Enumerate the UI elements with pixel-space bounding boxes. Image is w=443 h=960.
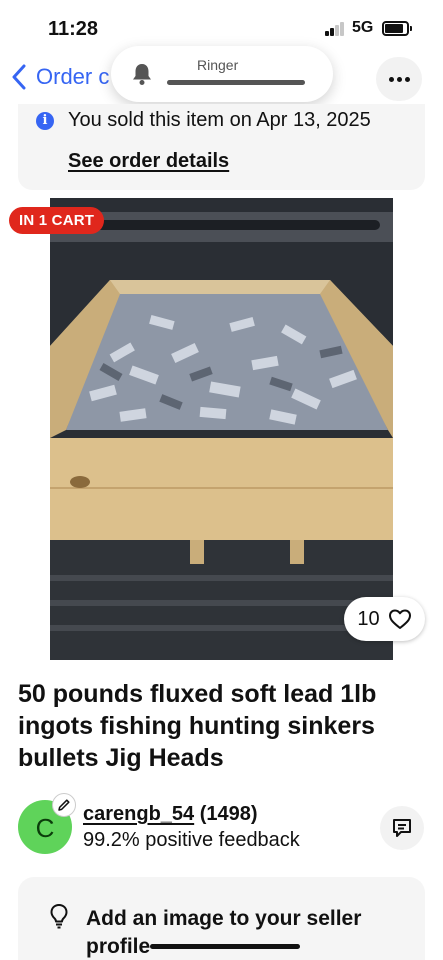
seller-positive-feedback: 99.2% positive feedback — [83, 829, 300, 851]
signal-icon — [325, 22, 345, 36]
message-icon — [393, 819, 411, 837]
message-seller-button[interactable] — [380, 806, 424, 850]
ringer-volume-bar — [167, 80, 305, 85]
seller-profile-tip-text: Add an image to your seller profile — [86, 907, 362, 958]
watch-count: 10 — [357, 607, 380, 630]
seller-feedback-count: (1498) — [199, 803, 258, 825]
bell-icon — [133, 64, 151, 85]
seller-info: carengb_54 (1498) — [83, 803, 258, 826]
watch-button[interactable]: 10 — [344, 597, 425, 641]
lightbulb-icon — [50, 904, 68, 929]
ringer-label: Ringer — [197, 57, 239, 73]
ringer-volume-fill — [167, 80, 305, 85]
item-title: 50 pounds fluxed soft lead 1lb ingots fi… — [18, 680, 377, 772]
item-photo[interactable] — [0, 198, 443, 660]
more-options-button[interactable] — [376, 57, 422, 101]
info-icon: i — [36, 112, 54, 130]
nav-back-label: Order c — [36, 64, 110, 89]
see-order-details-link[interactable]: See order details — [68, 150, 229, 173]
ringer-indicator: Ringer — [111, 46, 333, 102]
sold-banner: i You sold this item on Apr 13, 2025 See… — [18, 104, 425, 190]
home-indicator — [150, 944, 300, 949]
network-label: 5G — [352, 19, 374, 36]
seller-username-link[interactable]: carengb_54 — [83, 803, 194, 825]
edit-avatar-button[interactable] — [52, 793, 76, 817]
more-horizontal-icon — [388, 76, 394, 82]
status-time: 11:28 — [48, 18, 99, 40]
sold-date-text: You sold this item on Apr 13, 2025 — [68, 109, 371, 131]
pencil-icon — [58, 799, 70, 811]
chevron-left-icon — [12, 64, 26, 90]
in-cart-badge: IN 1 CART — [9, 207, 105, 234]
back-button[interactable]: Order c — [10, 62, 109, 92]
heart-icon — [388, 609, 411, 629]
battery-icon — [382, 21, 412, 36]
item-photo-image — [0, 198, 443, 660]
